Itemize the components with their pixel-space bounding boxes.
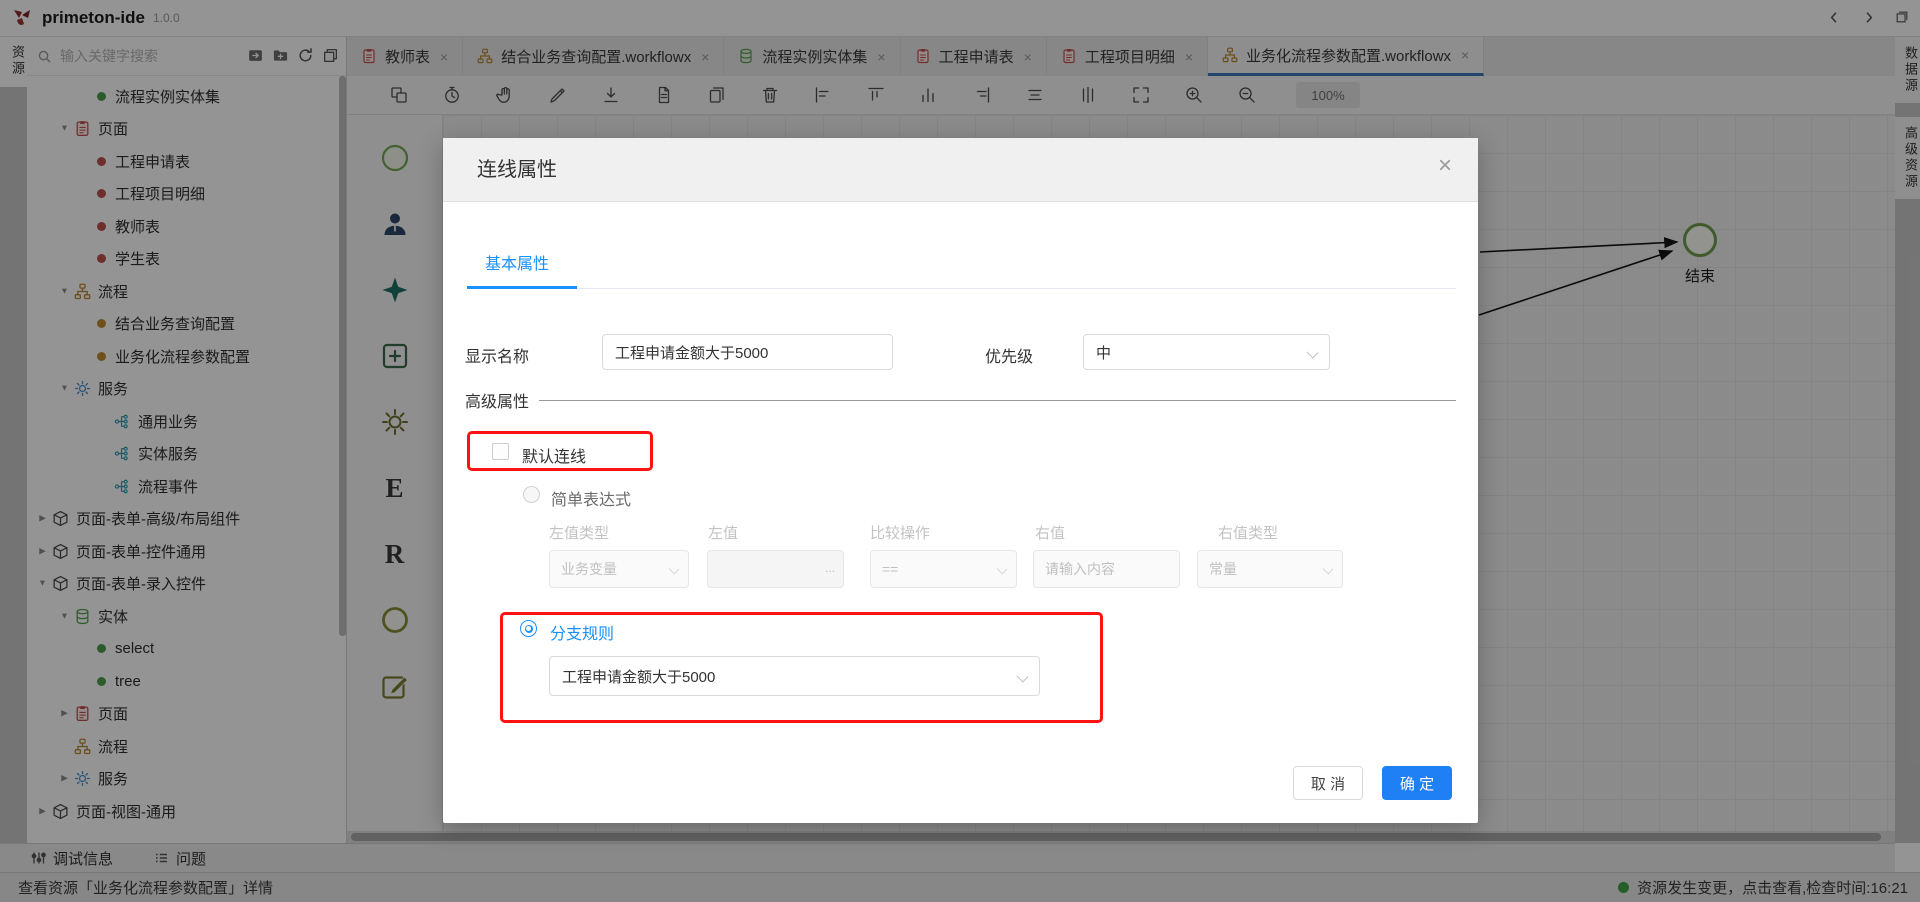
annotation-box-branch-rule bbox=[500, 612, 1103, 723]
priority-value: 中 bbox=[1096, 342, 1111, 363]
chevron-down-icon bbox=[1323, 564, 1334, 575]
chevron-down-icon bbox=[997, 564, 1008, 575]
app-window: primeton-ide 1.0.0 资源 流程实例实体集▼页面工程申请表工程项… bbox=[0, 0, 1920, 902]
expression-column-label: 右值类型 bbox=[1218, 522, 1278, 543]
more-icon[interactable]: ... bbox=[825, 561, 835, 575]
tab-active-underline bbox=[467, 286, 577, 289]
tab-basic-properties[interactable]: 基本属性 bbox=[485, 250, 549, 274]
operator-select[interactable]: == bbox=[870, 550, 1017, 588]
dialog-header: 连线属性 × bbox=[443, 138, 1478, 202]
ok-button[interactable]: 确 定 bbox=[1382, 766, 1452, 800]
expression-column-label: 左值 bbox=[708, 522, 738, 543]
expression-column-label: 右值 bbox=[1035, 522, 1065, 543]
right-value-placeholder: 请输入内容 bbox=[1045, 559, 1115, 579]
display-name-input[interactable] bbox=[602, 334, 893, 370]
left-value-input[interactable]: ... bbox=[707, 550, 844, 588]
advanced-section-label: 高级属性 bbox=[465, 388, 529, 412]
tab-divider bbox=[467, 288, 1456, 289]
annotation-box-default-line bbox=[467, 431, 653, 471]
simple-expression-label: 简单表达式 bbox=[551, 486, 631, 510]
simple-expression-radio[interactable] bbox=[523, 486, 540, 503]
close-icon[interactable]: × bbox=[1438, 154, 1452, 178]
chevron-down-icon bbox=[1306, 346, 1318, 358]
right-type-select[interactable]: 常量 bbox=[1197, 550, 1343, 588]
priority-label: 优先级 bbox=[985, 343, 1033, 367]
dialog-title: 连线属性 bbox=[477, 138, 557, 202]
section-divider-line bbox=[539, 400, 1456, 401]
cancel-button[interactable]: 取 消 bbox=[1293, 766, 1363, 800]
operator-value: == bbox=[882, 561, 898, 577]
advanced-section: 高级属性 bbox=[465, 388, 1456, 412]
display-name-label: 显示名称 bbox=[465, 343, 529, 367]
expression-column-label: 左值类型 bbox=[549, 522, 609, 543]
chevron-down-icon bbox=[669, 564, 680, 575]
priority-select[interactable]: 中 bbox=[1083, 334, 1330, 370]
left-type-value: 业务变量 bbox=[561, 559, 617, 579]
right-type-value: 常量 bbox=[1209, 559, 1237, 579]
right-value-input[interactable]: 请输入内容 bbox=[1033, 550, 1180, 588]
left-type-select[interactable]: 业务变量 bbox=[549, 550, 689, 588]
expression-column-label: 比较操作 bbox=[870, 522, 930, 543]
